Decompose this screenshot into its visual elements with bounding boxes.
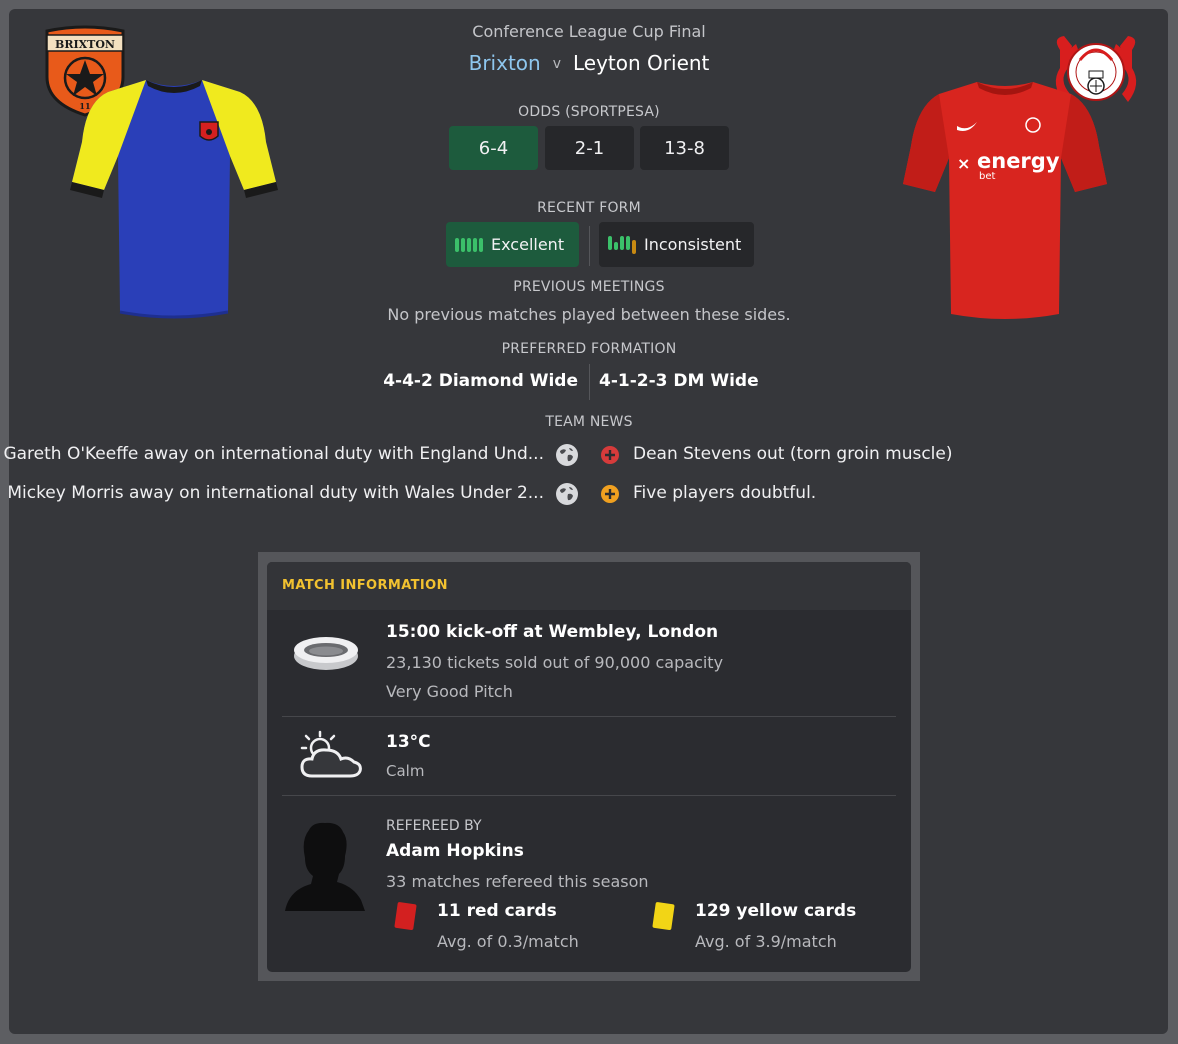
odds-draw[interactable]: 2-1 [545,126,634,170]
red-cards-count: 11 red cards [437,901,557,921]
injury-icon [600,445,620,469]
section-divider [282,716,896,717]
section-divider [282,795,896,796]
versus-label: v [552,56,561,72]
doubtful-icon [600,484,620,508]
refereed-by-label: REFEREED BY [386,818,482,834]
globe-icon [555,482,579,510]
away-form-badge[interactable]: Inconsistent [599,222,754,267]
home-badge-name: BRIXTON [55,38,115,51]
previous-meetings-text: No previous matches played between these… [387,305,791,324]
away-kit-sponsor: energy [977,149,1060,173]
referee-silhouette-avatar[interactable] [283,820,367,916]
referee-matches: 33 matches refereed this season [386,872,649,891]
match-info-title: MATCH INFORMATION [282,578,448,593]
form-divider [589,226,590,266]
away-form-bars-icon [608,235,636,254]
previous-meetings-label: PREVIOUS MEETINGS [513,279,665,295]
away-news-item[interactable]: Dean Stevens out (torn groin muscle) [633,444,953,464]
yellow-cards-count: 129 yellow cards [695,901,857,921]
home-form-badge[interactable]: Excellent [446,222,579,267]
yellow-cards-average: Avg. of 3.9/match [695,932,837,951]
svg-text:×: × [957,154,970,173]
home-form-bars-icon [455,237,483,252]
yellow-card-icon [650,901,676,937]
home-team-link[interactable]: Brixton [469,51,541,75]
odds-away-win[interactable]: 13-8 [640,126,729,170]
home-news-item[interactable]: Mickey Morris away on international duty… [7,483,544,503]
red-card-icon [392,901,418,937]
odds-label: ODDS (SPORTPESA) [518,104,660,120]
home-form-text: Excellent [491,235,565,254]
preferred-formation-label: PREFERRED FORMATION [501,341,677,357]
ticket-sales: 23,130 tickets sold out of 90,000 capaci… [386,653,724,672]
referee-name[interactable]: Adam Hopkins [386,841,524,861]
partly-cloudy-icon [298,730,364,786]
temperature: 13°C [386,732,431,752]
kickoff-venue[interactable]: 15:00 kick-off at Wembley, London [386,622,718,642]
away-kit-sponsor-sub: bet [979,171,996,182]
globe-icon [555,443,579,471]
home-news-item[interactable]: Gareth O'Keeffe away on international du… [3,444,544,464]
formation-divider [589,364,590,400]
odds-home-win[interactable]: 6-4 [449,126,538,170]
away-form-text: Inconsistent [644,235,742,254]
away-team-link[interactable]: Leyton Orient [573,51,709,75]
stadium-icon [292,632,360,678]
recent-form-label: RECENT FORM [537,200,641,216]
team-news-label: TEAM NEWS [545,414,633,430]
red-cards-average: Avg. of 0.3/match [437,932,579,951]
pitch-condition: Very Good Pitch [386,682,513,701]
competition-name: Conference League Cup Final [472,22,706,41]
wind-condition: Calm [386,762,425,780]
away-news-item[interactable]: Five players doubtful. [633,483,816,503]
away-formation: 4-1-2-3 DM Wide [599,371,759,391]
home-formation: 4-4-2 Diamond Wide [383,371,578,391]
